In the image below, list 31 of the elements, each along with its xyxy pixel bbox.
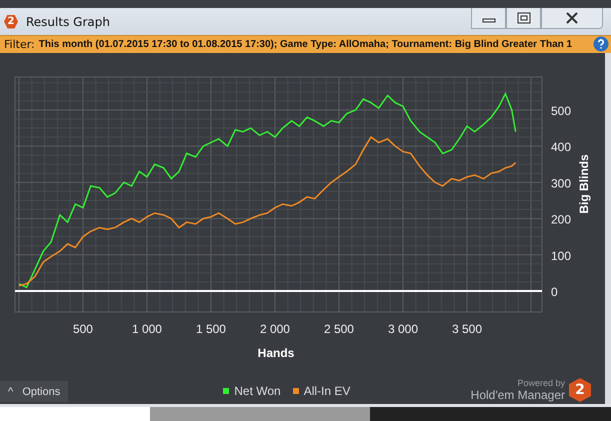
x-tick-label: 1 000 bbox=[132, 322, 162, 336]
legend-label: All-In EV bbox=[304, 384, 350, 398]
filter-label: Filter: bbox=[4, 38, 35, 51]
x-tick-label: 1 500 bbox=[196, 322, 226, 336]
filter-text: This month (01.07.2015 17:30 to 01.08.2015 17:30); Game Type: AllOmaha; Tournament: Big Blind Greater Than 1 bbox=[38, 39, 572, 50]
y-tick-label: 500 bbox=[551, 104, 572, 118]
y-tick-label: 100 bbox=[551, 248, 572, 263]
maximize-button[interactable] bbox=[506, 8, 541, 29]
x-tick-label: 3 500 bbox=[452, 322, 482, 336]
x-axis-title: Hands bbox=[258, 346, 294, 359]
window-title: Results Graph bbox=[26, 14, 110, 28]
y-tick-label: 0 bbox=[551, 285, 558, 299]
minimize-button[interactable] bbox=[471, 8, 506, 29]
y-tick-label: 300 bbox=[551, 176, 572, 190]
powered-by-text: Powered by bbox=[517, 378, 565, 388]
options-button[interactable]: ^ Options bbox=[0, 381, 68, 402]
app-logo-icon: 2 bbox=[4, 14, 18, 28]
x-tick-label: 2 500 bbox=[324, 322, 354, 336]
maximize-icon bbox=[516, 12, 530, 24]
brand-logo-icon: 2 bbox=[569, 378, 591, 402]
y-axis-title: Big Blinds bbox=[577, 154, 591, 214]
y-tick-label: 200 bbox=[551, 212, 572, 227]
brand-name: Hold'em Manager bbox=[470, 388, 565, 402]
close-button[interactable] bbox=[541, 8, 603, 29]
x-tick-label: 2 000 bbox=[260, 322, 290, 336]
y-tick-label: 400 bbox=[551, 140, 572, 154]
x-tick-label: 500 bbox=[72, 322, 93, 336]
close-icon bbox=[565, 12, 579, 24]
x-tick-label: 3 000 bbox=[388, 322, 418, 336]
help-icon[interactable] bbox=[593, 36, 609, 52]
legend-label: Net Won bbox=[234, 384, 281, 398]
